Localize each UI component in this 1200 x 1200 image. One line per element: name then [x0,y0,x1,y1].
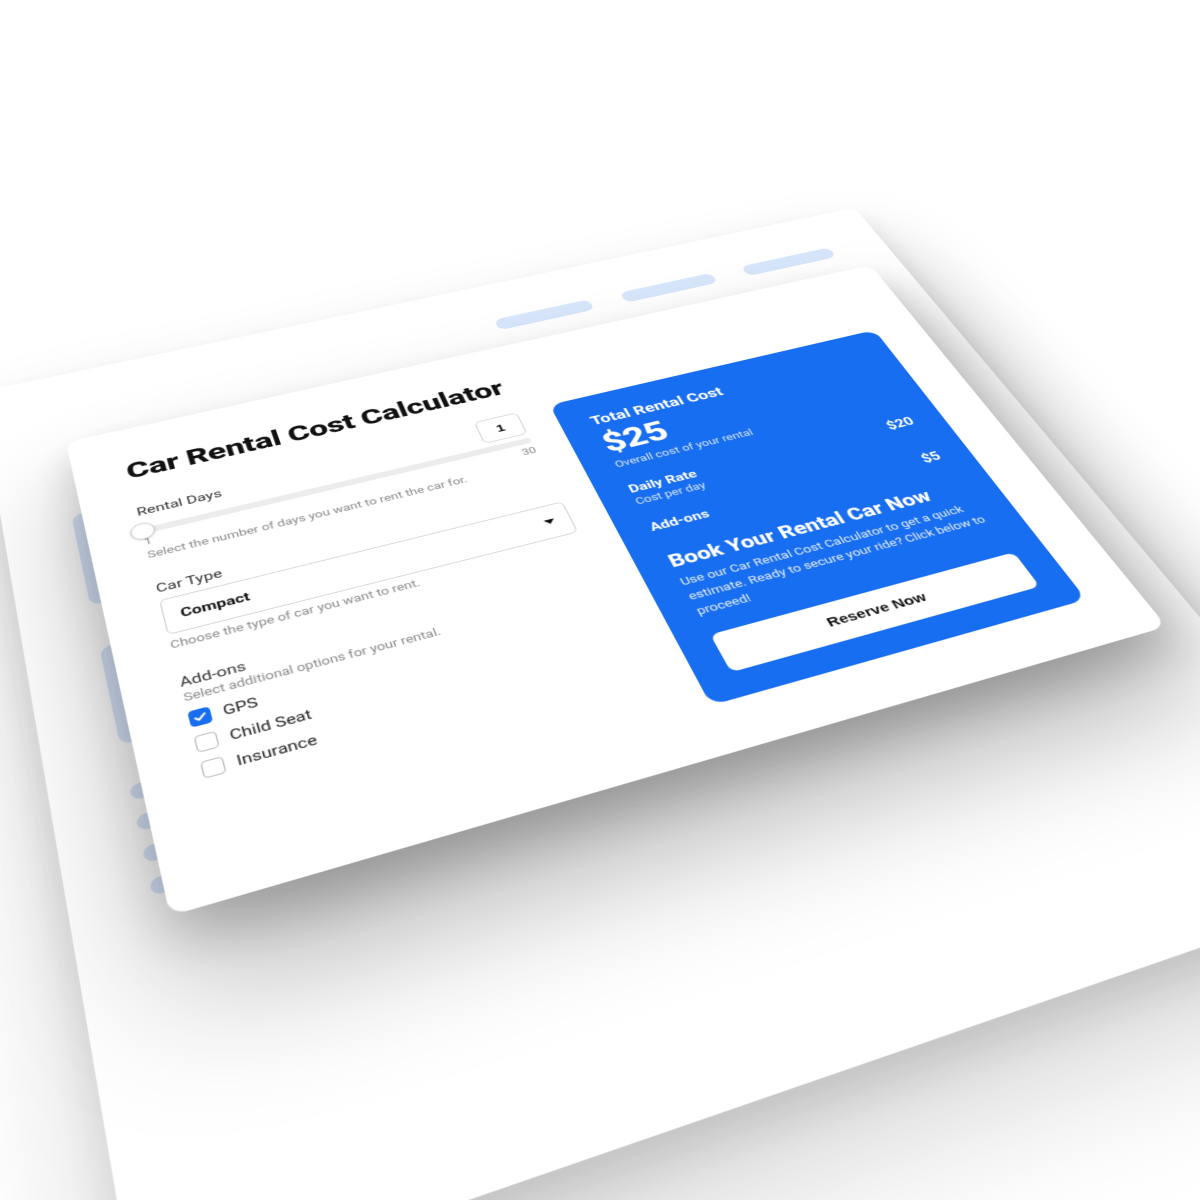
car-type-value: Compact [179,589,252,620]
daily-rate-value: $20 [883,414,917,432]
chevron-down-icon [543,518,555,525]
checkbox-icon [200,756,227,779]
slider-max: 30 [520,445,538,457]
addons-row-value: $5 [918,449,945,466]
addons-row-label: Add-ons [647,507,712,534]
addon-label: GPS [221,694,260,719]
checkbox-icon [187,706,213,728]
checkbox-icon [193,730,219,752]
